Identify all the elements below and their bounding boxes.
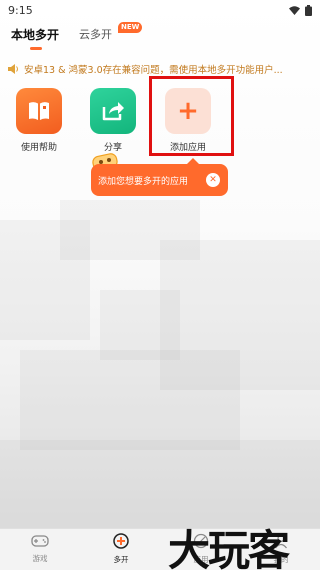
speaker-icon bbox=[8, 64, 18, 74]
app-share[interactable]: 分享 bbox=[83, 88, 143, 153]
tab-local-multi-open[interactable]: 本地多开 bbox=[11, 26, 59, 43]
tab-active-indicator bbox=[30, 47, 42, 50]
tooltip-arrow bbox=[187, 158, 199, 164]
wifi-icon bbox=[289, 5, 300, 15]
app-label-help: 使用帮助 bbox=[20, 143, 57, 153]
nav-label-games: 游戏 bbox=[32, 554, 48, 563]
status-bar: 9:15 bbox=[0, 0, 320, 20]
background-artwork bbox=[0, 200, 320, 530]
notice-text: 安卓13 & 鸿蒙3.0存在兼容问题，需使用本地多开功能用户... bbox=[24, 65, 283, 76]
new-badge: NEW bbox=[118, 22, 143, 33]
tab-cloud-multi-open[interactable]: 云多开 bbox=[79, 26, 112, 42]
app-help[interactable]: 使用帮助 bbox=[9, 88, 69, 153]
gamepad-icon bbox=[31, 535, 49, 547]
nav-item-games[interactable]: 游戏 bbox=[15, 533, 65, 564]
battery-icon bbox=[305, 4, 312, 16]
top-tabs: 本地多开 云多开 NEW bbox=[0, 22, 320, 56]
nav-item-multi-open[interactable]: 多开 bbox=[96, 533, 146, 565]
multi-open-icon bbox=[113, 533, 129, 549]
close-icon[interactable]: ✕ bbox=[206, 173, 220, 187]
highlight-box bbox=[149, 76, 234, 156]
nav-label-multi-open: 多开 bbox=[113, 555, 129, 564]
tooltip-text: 添加您想要多开的应用 bbox=[98, 176, 189, 187]
tooltip: 添加您想要多开的应用 ✕ bbox=[91, 158, 228, 196]
book-icon bbox=[16, 88, 62, 134]
watermark: 大玩客 bbox=[168, 526, 290, 570]
status-time: 9:15 bbox=[8, 3, 33, 17]
share-icon bbox=[90, 88, 136, 134]
